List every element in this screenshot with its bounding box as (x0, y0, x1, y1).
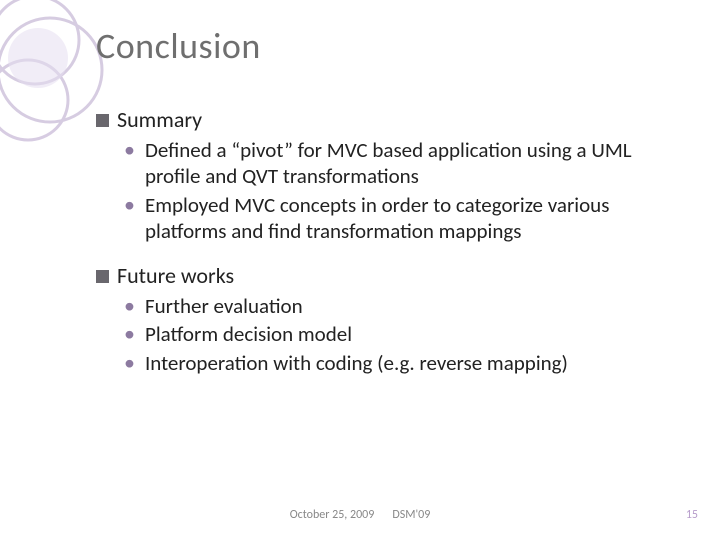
slide-body: Conclusion Summary • Defined a “pivot” f… (0, 0, 720, 540)
footer: October 25, 2009 DSM'09 (0, 508, 720, 522)
square-bullet-icon (96, 114, 109, 127)
list-item-text: Defined a “pivot” for MVC based applicat… (145, 137, 680, 190)
list-item: • Platform decision model (124, 321, 680, 347)
dot-bullet-icon: • (124, 192, 135, 218)
list-item-text: Further evaluation (145, 293, 303, 319)
summary-list: • Defined a “pivot” for MVC based applic… (124, 137, 680, 244)
footer-date: October 25, 2009 (290, 508, 375, 522)
dot-bullet-icon: • (124, 350, 135, 376)
dot-bullet-icon: • (124, 293, 135, 319)
list-item: • Further evaluation (124, 293, 680, 319)
square-bullet-icon (96, 270, 109, 283)
dot-bullet-icon: • (124, 321, 135, 347)
page-number: 15 (686, 508, 698, 522)
section-heading-label: Summary (117, 106, 202, 133)
slide-title: Conclusion (96, 24, 680, 68)
section-heading-label: Future works (117, 262, 234, 289)
list-item-text: Interoperation with coding (e.g. reverse… (145, 350, 568, 376)
list-item: • Interoperation with coding (e.g. rever… (124, 350, 680, 376)
list-item: • Employed MVC concepts in order to cate… (124, 192, 680, 245)
list-item-text: Employed MVC concepts in order to catego… (145, 192, 680, 245)
list-item: • Defined a “pivot” for MVC based applic… (124, 137, 680, 190)
footer-venue: DSM'09 (392, 508, 430, 522)
section-heading-summary: Summary (96, 106, 680, 133)
future-list: • Further evaluation • Platform decision… (124, 293, 680, 376)
dot-bullet-icon: • (124, 137, 135, 163)
list-item-text: Platform decision model (145, 321, 352, 347)
section-heading-future: Future works (96, 262, 680, 289)
